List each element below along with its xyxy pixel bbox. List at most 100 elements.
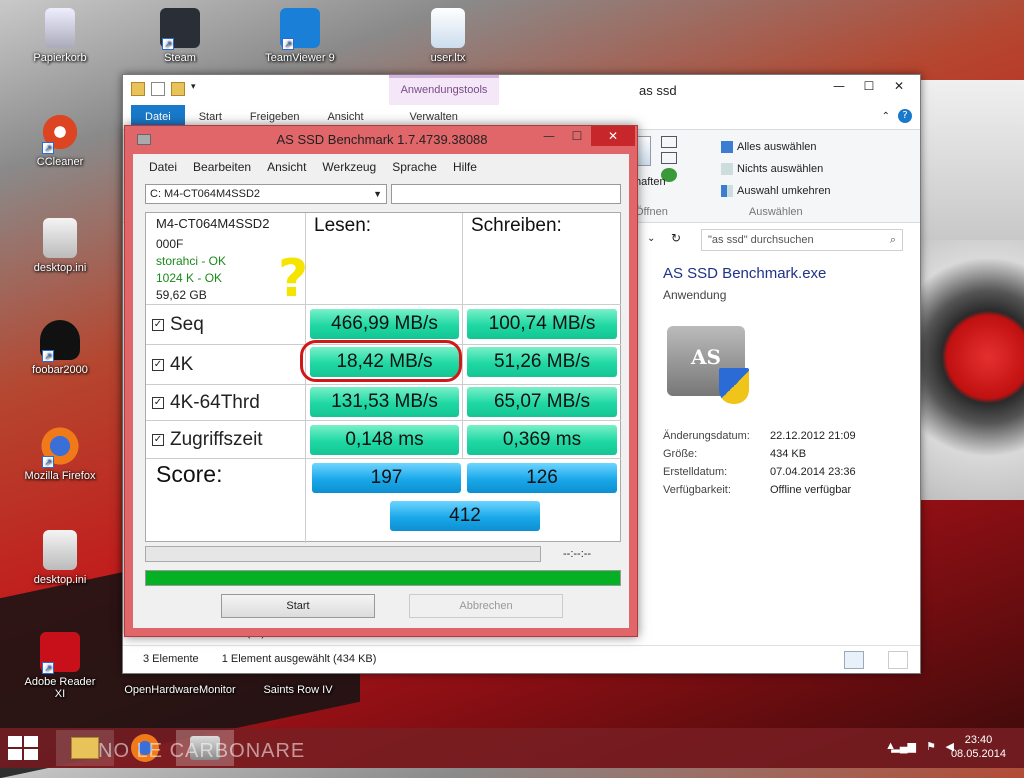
desktop-icon-label: desktop.ini <box>33 574 87 586</box>
desktop-icon-label: desktop.ini <box>33 262 87 274</box>
explorer-titlebar[interactable]: ▾ Anwendungstools as ssd — ☐ ✕ <box>123 75 920 105</box>
desktop-icon-ccleaner[interactable]: ↗ CCleaner <box>20 112 100 168</box>
clock-date: 08.05.2014 <box>950 748 1006 760</box>
invert-selection-icon <box>721 185 733 197</box>
window-title: as ssd <box>639 83 677 98</box>
cancel-button[interactable]: Abbrechen <box>409 594 563 618</box>
background-car-panel <box>920 80 1024 240</box>
desktop-icon-adobe-reader[interactable]: ↗ Adobe Reader XI <box>20 632 100 700</box>
access-time-read-value: 0,148 ms <box>310 425 459 455</box>
drive-info-field[interactable] <box>391 184 621 204</box>
score-read: 197 <box>312 463 461 493</box>
action-center-icon[interactable]: ⚑ <box>926 740 936 753</box>
menu-ansicht[interactable]: Ansicht <box>259 154 314 180</box>
open-icon[interactable] <box>661 152 677 164</box>
access-time-write-value: 0,369 ms <box>467 425 617 455</box>
4k-write-value: 51,26 MB/s <box>467 347 617 377</box>
desktop-icon-steam[interactable]: ↗ Steam <box>140 8 220 64</box>
seq-read-value: 466,99 MB/s <box>310 309 459 339</box>
desktop-icon-desktop-ini-2[interactable]: desktop.ini <box>20 530 100 586</box>
collapse-ribbon-icon[interactable]: ⌃ <box>882 111 890 122</box>
desktop-icon-label: foobar2000 <box>32 364 88 376</box>
address-dropdown-icon[interactable]: ⌄ <box>647 233 655 244</box>
menu-hilfe[interactable]: Hilfe <box>445 154 485 180</box>
score-total: 412 <box>390 501 540 531</box>
close-button[interactable]: ✕ <box>884 75 914 97</box>
desktop-icon-user-ltx[interactable]: user.ltx <box>408 8 488 64</box>
menu-werkzeug[interactable]: Werkzeug <box>314 154 384 180</box>
notepad-file-icon <box>431 8 465 48</box>
as-ssd-titlebar[interactable]: AS SSD Benchmark 1.7.4739.38088 — ☐ ✕ <box>125 126 637 154</box>
desktop-icon-label: Steam <box>164 52 196 64</box>
details-view-icon[interactable] <box>844 651 864 669</box>
desktop-icon-label: CCleaner <box>36 156 84 168</box>
start-button[interactable] <box>8 736 38 760</box>
refresh-icon[interactable]: ↻ <box>671 231 681 245</box>
new-folder-icon[interactable] <box>171 82 185 96</box>
desktop-icon-recycle-bin[interactable]: Papierkorb <box>20 8 100 64</box>
as-ssd-window[interactable]: AS SSD Benchmark 1.7.4739.38088 — ☐ ✕ Da… <box>124 125 638 637</box>
desktop-icon-desktop-ini[interactable]: desktop.ini <box>20 218 100 274</box>
start-button[interactable]: Start <box>221 594 375 618</box>
device-model: M4-CT064M4SSD2 <box>156 216 270 231</box>
clock[interactable]: 23:40 08.05.2014 <box>951 733 1006 761</box>
folder-icon[interactable] <box>131 82 145 96</box>
network-icon[interactable]: ▂▄▆ <box>891 740 916 753</box>
preview-filetype: Anwendung <box>663 288 727 302</box>
desktop-icon-label: user.ltx <box>430 52 466 64</box>
select-all-button[interactable]: Alles auswählen <box>721 136 831 158</box>
desktop-icon-openhardwaremonitor[interactable]: OpenHardwareMonitor <box>118 684 242 696</box>
edit-icon[interactable] <box>661 136 677 148</box>
chevron-down-icon: ▼ <box>373 189 382 199</box>
desktop-icon-teamviewer[interactable]: ↗ TeamViewer 9 <box>260 8 340 64</box>
maximize-button[interactable]: ☐ <box>854 75 884 97</box>
desktop-icon-firefox[interactable]: ↗ Mozilla Firefox <box>20 426 100 482</box>
ribbon-group-select: Alles auswählen Nichts auswählen Auswahl… <box>721 136 831 218</box>
test-progress-bar <box>145 546 541 562</box>
drive-select[interactable]: C: M4-CT064M4SSD2 ▼ <box>145 184 387 204</box>
menu-bearbeiten[interactable]: Bearbeiten <box>185 154 259 180</box>
group-name-select: Auswählen <box>748 206 803 218</box>
chevron-down-icon[interactable]: ▾ <box>191 82 205 96</box>
desktop-icon-saints-row[interactable]: Saints Row IV <box>258 684 338 696</box>
quick-access-toolbar: ▾ <box>131 82 205 96</box>
invert-selection-button[interactable]: Auswahl umkehren <box>721 180 831 202</box>
ribbon-partial-label[interactable]: haften <box>635 176 666 188</box>
row-label: Zugriffszeit <box>170 428 263 450</box>
question-mark-annotation: ? <box>278 249 309 309</box>
menu-sprache[interactable]: Sprache <box>384 154 445 180</box>
row-label: 4K <box>170 353 194 375</box>
maximize-button[interactable]: ☐ <box>563 126 591 146</box>
settings-file-icon <box>43 218 77 258</box>
help-icon[interactable]: ? <box>898 109 912 123</box>
selection-info: 1 Element ausgewählt (434 KB) <box>221 653 377 665</box>
minimize-button[interactable]: — <box>535 126 563 146</box>
foobar-cat-icon: ↗ <box>40 320 80 362</box>
access-time-checkbox[interactable]: ✓ <box>152 433 164 446</box>
search-icon: ⌕ <box>889 234 896 246</box>
minimize-button[interactable]: — <box>824 75 854 97</box>
row-4k: ✓ 4K <box>146 345 306 385</box>
overall-progress-bar <box>145 570 621 586</box>
row-access-time: ✓ Zugriffszeit <box>146 421 306 459</box>
search-input[interactable]: "as ssd" durchsuchen ⌕ <box>701 229 903 251</box>
as-ssd-client: Datei Bearbeiten Ansicht Werkzeug Sprach… <box>133 154 629 628</box>
read-header: Lesen: <box>306 213 463 305</box>
red-circle-annotation <box>300 340 462 382</box>
background-wheel <box>905 240 1024 500</box>
properties-icon[interactable] <box>151 82 165 96</box>
desktop-icon-foobar2000[interactable]: ↗ foobar2000 <box>20 320 100 376</box>
preview-filename: AS SSD Benchmark.exe <box>663 265 827 282</box>
folder-icon <box>71 737 99 759</box>
menu-datei[interactable]: Datei <box>141 154 185 180</box>
open-with-icon[interactable] <box>637 136 651 166</box>
select-none-button[interactable]: Nichts auswählen <box>721 158 831 180</box>
large-icons-view-icon[interactable] <box>888 651 908 669</box>
4k-64thrd-checkbox[interactable]: ✓ <box>152 396 164 409</box>
4k-checkbox[interactable]: ✓ <box>152 358 164 371</box>
group-name-open: Öffnen <box>635 206 668 218</box>
score-write: 126 <box>467 463 617 493</box>
property-row: Verfügbarkeit: Offline verfügbar <box>663 484 852 496</box>
close-button[interactable]: ✕ <box>591 126 635 146</box>
seq-checkbox[interactable]: ✓ <box>152 318 164 331</box>
